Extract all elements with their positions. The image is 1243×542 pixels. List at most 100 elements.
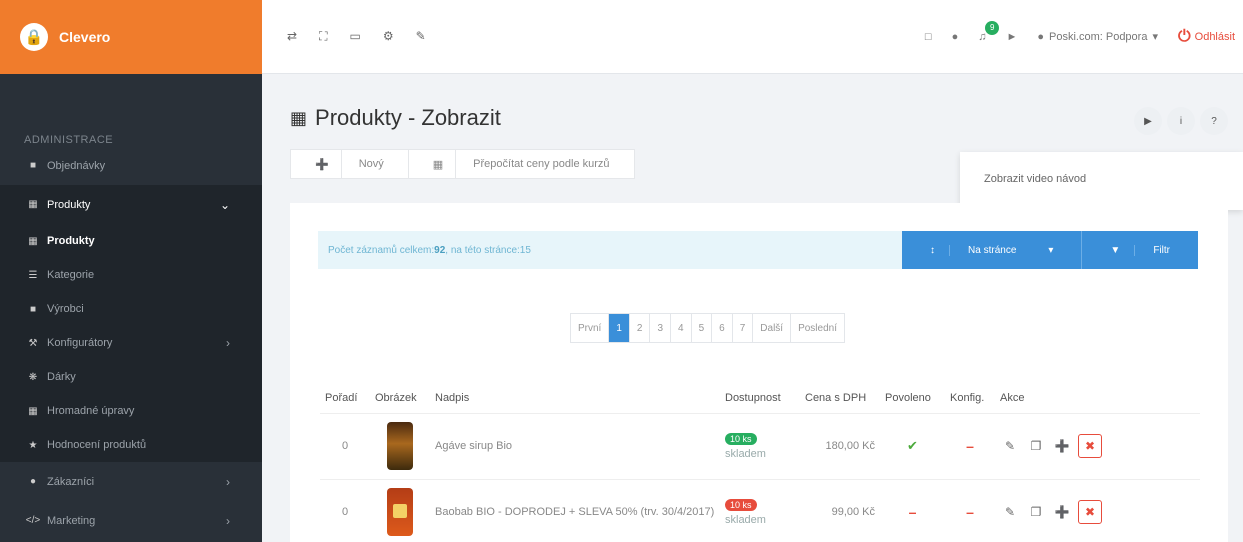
gift-icon: ❋ bbox=[28, 371, 38, 383]
recalc-prices-button[interactable]: ▦ Přepočítat ceny podle kurzů bbox=[409, 150, 634, 178]
product-thumbnail bbox=[387, 488, 413, 536]
edit-icon[interactable]: ✎ bbox=[1000, 436, 1020, 456]
stock-badge: 10 ks bbox=[725, 432, 757, 445]
pager-first[interactable]: První bbox=[571, 314, 610, 342]
dash-icon: – bbox=[966, 438, 974, 454]
sidebar-section-title: ADMINISTRACE bbox=[24, 134, 114, 146]
col-config: Konfig. bbox=[945, 383, 995, 414]
user-menu[interactable]: ● Poski.com: Podpora ▾ bbox=[1037, 30, 1158, 44]
filter-button[interactable]: ▼ Filtr bbox=[1082, 231, 1198, 269]
pager-page[interactable]: 7 bbox=[733, 314, 754, 342]
pager-last[interactable]: Poslední bbox=[791, 314, 844, 342]
sidebar-item-produkty[interactable]: ▦ Produkty ⌄ bbox=[0, 185, 262, 224]
megaphone-icon[interactable]: ► bbox=[1006, 31, 1017, 43]
add-circle-icon[interactable]: ➕ bbox=[1052, 436, 1072, 456]
pager-page[interactable]: 5 bbox=[692, 314, 713, 342]
chevron-right-icon: › bbox=[226, 474, 230, 489]
bell-icon[interactable]: ♫ 9 bbox=[978, 20, 1000, 43]
pager-next[interactable]: Další bbox=[753, 314, 792, 342]
product-thumbnail bbox=[387, 422, 413, 470]
sidebar-item-marketing[interactable]: </> Marketing › bbox=[0, 501, 262, 540]
gear-icon[interactable]: ⚙ bbox=[383, 29, 394, 44]
copy-icon[interactable]: ❐ bbox=[1026, 502, 1046, 522]
sidebar-subitem-konfiguratory[interactable]: ⚒ Konfigurátory › bbox=[0, 326, 262, 360]
briefcase-icon: ■ bbox=[29, 303, 37, 315]
video-tooltip: Zobrazit video návod bbox=[960, 152, 1243, 210]
sidebar-subitem-hromadne-upravy[interactable]: ▦ Hromadné úpravy bbox=[0, 394, 262, 428]
copy-icon[interactable]: ❐ bbox=[1026, 436, 1046, 456]
chevron-right-icon: › bbox=[226, 336, 230, 350]
row-enabled[interactable]: – bbox=[880, 479, 945, 542]
row-title[interactable]: Baobab BIO - DOPRODEJ + SLEVA 50% (trv. … bbox=[430, 479, 720, 542]
table-row: 0 Baobab BIO - DOPRODEJ + SLEVA 50% (trv… bbox=[320, 479, 1200, 542]
table-icon: ▦ bbox=[28, 405, 38, 417]
pager-page[interactable]: 4 bbox=[671, 314, 692, 342]
pager-page[interactable]: 2 bbox=[630, 314, 651, 342]
topbar: ⇄ ⛶ ▭ ⚙ ✎ □ ● ♫ 9 ► ● Poski.com: Podpora ▾ … bbox=[262, 0, 1243, 74]
delete-icon[interactable]: ✖ bbox=[1078, 500, 1102, 524]
products-panel: Počet záznamů celkem: 92, na této stránc… bbox=[290, 203, 1228, 542]
help-buttons: ▶ i ? bbox=[1134, 107, 1228, 135]
code-icon: </> bbox=[25, 515, 41, 526]
row-price: 180,00 Kč bbox=[800, 413, 880, 480]
grid-icon: ▦ bbox=[28, 199, 38, 210]
brand-header[interactable]: 🔒 Clevero bbox=[0, 0, 262, 74]
brand-name: Clevero bbox=[59, 29, 111, 45]
row-config: – bbox=[945, 413, 995, 480]
question-icon[interactable]: ? bbox=[1200, 107, 1228, 135]
sidebar-item-zakaznici[interactable]: ● Zákazníci › bbox=[0, 462, 262, 501]
sidebar-subitem-kategorie[interactable]: ☰ Kategorie bbox=[0, 258, 262, 292]
col-title[interactable]: Nadpis bbox=[430, 383, 720, 414]
lock-icon: 🔒 bbox=[20, 23, 48, 51]
page-actions: ➕ Nový ▦ Přepočítat ceny podle kurzů bbox=[290, 149, 635, 179]
menu-toggle-icon[interactable]: ⇄ bbox=[287, 29, 297, 44]
row-title[interactable]: Agáve sirup Bio bbox=[430, 413, 720, 480]
pager-page[interactable]: 3 bbox=[650, 314, 672, 342]
monitor-icon[interactable]: ▭ bbox=[349, 29, 360, 44]
logout-button[interactable]: ⏻ Odhlásit bbox=[1178, 28, 1235, 46]
sidebar-subitem-vyrobci[interactable]: ■ Výrobci bbox=[0, 292, 262, 326]
power-icon: ⏻ bbox=[1177, 27, 1191, 45]
chevron-down-icon: ⌄ bbox=[219, 197, 230, 212]
caret-down-icon: ▾ bbox=[1152, 31, 1158, 43]
user-icon[interactable]: ● bbox=[952, 31, 959, 43]
col-actions: Akce bbox=[995, 383, 1200, 414]
dash-icon: – bbox=[908, 504, 917, 520]
row-availability: 10 ks skladem bbox=[720, 479, 800, 542]
inbox-icon[interactable]: □ bbox=[925, 31, 932, 43]
cart-icon: ■ bbox=[29, 160, 37, 171]
sidebar-item-objednavky[interactable]: ■ Objednávky bbox=[0, 146, 262, 185]
delete-icon[interactable]: ✖ bbox=[1078, 434, 1102, 458]
row-actions: ✎ ❐ ➕ ✖ bbox=[995, 413, 1200, 480]
col-availability[interactable]: Dostupnost bbox=[720, 383, 800, 414]
sidebar-subitem-darky[interactable]: ❋ Dárky bbox=[0, 360, 262, 394]
brush-icon[interactable]: ✎ bbox=[416, 29, 426, 44]
table-row: 0 Agáve sirup Bio 10 ks skladem 180,00 Kč… bbox=[320, 413, 1200, 480]
sidebar-subitem-produkty[interactable]: ▦ Produkty bbox=[0, 224, 262, 258]
sidebar-subitem-hodnoceni[interactable]: ★ Hodnocení produktů bbox=[0, 428, 262, 462]
plus-circle-icon: ➕ bbox=[303, 150, 342, 178]
pager-page[interactable]: 6 bbox=[712, 314, 733, 342]
pagination: První 1 2 3 4 5 6 7 Další Poslední bbox=[570, 313, 845, 343]
product-image[interactable] bbox=[370, 479, 430, 542]
new-button[interactable]: ➕ Nový bbox=[291, 150, 409, 178]
row-enabled[interactable]: ✔ bbox=[880, 413, 945, 480]
col-price[interactable]: Cena s DPH bbox=[800, 383, 880, 414]
col-order[interactable]: Pořadí bbox=[320, 383, 370, 414]
pager-page[interactable]: 1 bbox=[609, 314, 630, 342]
col-enabled[interactable]: Povoleno bbox=[880, 383, 945, 414]
grid-icon: ▦ bbox=[290, 107, 308, 128]
row-config: – bbox=[945, 479, 995, 542]
video-icon[interactable]: ▶ bbox=[1134, 107, 1162, 135]
add-circle-icon[interactable]: ➕ bbox=[1052, 502, 1072, 522]
row-price: 99,00 Kč bbox=[800, 479, 880, 542]
filter-icon: ▼ bbox=[1096, 244, 1136, 256]
fullscreen-icon[interactable]: ⛶ bbox=[319, 29, 327, 44]
star-icon: ★ bbox=[28, 439, 38, 451]
product-image[interactable] bbox=[370, 413, 430, 480]
chevron-right-icon: › bbox=[226, 513, 230, 528]
per-page-button[interactable]: ↕ Na stránce ▾ bbox=[902, 231, 1083, 269]
edit-icon[interactable]: ✎ bbox=[1000, 502, 1020, 522]
stock-text: skladem bbox=[725, 513, 766, 526]
info-icon[interactable]: i bbox=[1167, 107, 1195, 135]
